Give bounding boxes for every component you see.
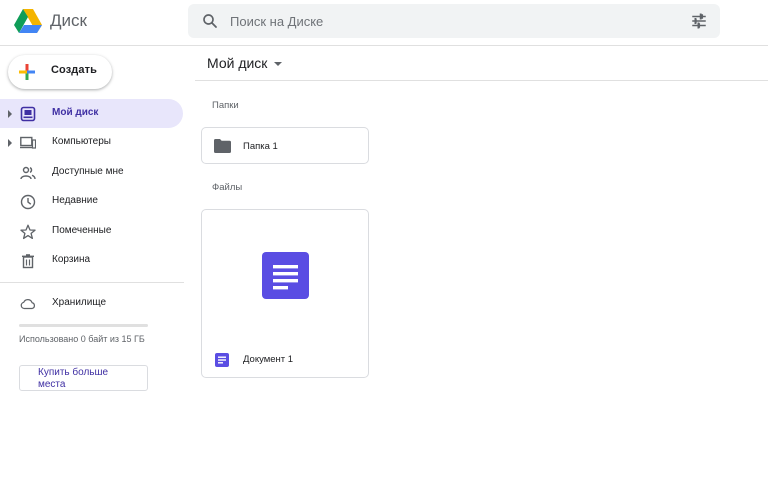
- search-bar[interactable]: [188, 4, 720, 38]
- search-icon[interactable]: [201, 12, 219, 30]
- clock-icon: [20, 194, 36, 210]
- new-button-label: Создать: [51, 64, 97, 76]
- sidebar-item-storage[interactable]: Хранилище: [0, 289, 184, 318]
- chevron-down-icon[interactable]: [274, 62, 282, 66]
- sidebar-item-label: Недавние: [52, 195, 98, 206]
- top-bar: Диск: [0, 0, 768, 46]
- sidebar-item-starred[interactable]: Помеченные: [0, 217, 184, 247]
- sidebar-item-my-drive[interactable]: Мой диск: [0, 99, 183, 128]
- my-drive-icon: [20, 106, 36, 122]
- docs-thumbnail-icon: [262, 252, 309, 299]
- new-button[interactable]: Создать: [8, 55, 112, 89]
- cloud-icon: [20, 298, 36, 310]
- storage-label: Хранилище: [52, 297, 106, 308]
- sidebar-nav: Мой диск Компьютеры Доступные мне Недавн…: [0, 99, 184, 276]
- expand-arrow-icon[interactable]: [8, 139, 12, 147]
- sidebar-divider: [0, 282, 184, 283]
- sidebar-item-label: Корзина: [52, 254, 91, 265]
- app-title[interactable]: Диск: [50, 10, 87, 32]
- sidebar-item-shared[interactable]: Доступные мне: [0, 158, 184, 188]
- folder-item[interactable]: Папка 1: [201, 127, 369, 164]
- sidebar-item-label: Компьютеры: [52, 136, 111, 147]
- star-icon: [20, 224, 36, 239]
- shared-people-icon: [20, 166, 36, 179]
- trash-icon: [22, 254, 34, 269]
- file-name: Документ 1: [243, 354, 294, 365]
- folder-name: Папка 1: [243, 141, 278, 152]
- tune-icon[interactable]: [690, 12, 708, 30]
- file-item[interactable]: Документ 1: [201, 209, 369, 378]
- file-footer: Документ 1: [202, 341, 368, 377]
- folder-icon: [214, 139, 231, 153]
- search-input[interactable]: [230, 4, 670, 38]
- files-section-title: Файлы: [212, 182, 243, 193]
- folders-section-title: Папки: [212, 100, 239, 111]
- sidebar-item-label: Доступные мне: [52, 165, 124, 177]
- sidebar-item-recent[interactable]: Недавние: [0, 187, 184, 217]
- buy-storage-button[interactable]: Купить больше места: [19, 365, 148, 391]
- docs-icon: [215, 353, 229, 367]
- sidebar-item-label: Помеченные: [52, 224, 112, 236]
- plus-icon: [19, 64, 35, 80]
- expand-arrow-icon[interactable]: [8, 110, 12, 118]
- sidebar-item-trash[interactable]: Корзина: [0, 246, 184, 276]
- storage-progress-bar: [19, 324, 148, 327]
- location-title[interactable]: Мой диск: [207, 55, 267, 71]
- sidebar-item-computers[interactable]: Компьютеры: [0, 128, 184, 158]
- computers-icon: [20, 136, 36, 149]
- drive-logo-icon[interactable]: [14, 8, 42, 34]
- storage-usage-text: Использовано 0 байт из 15 ГБ: [19, 334, 145, 344]
- main-divider: [195, 80, 768, 81]
- sidebar-item-label: Мой диск: [52, 107, 99, 118]
- buy-storage-label: Купить больше места: [38, 367, 109, 390]
